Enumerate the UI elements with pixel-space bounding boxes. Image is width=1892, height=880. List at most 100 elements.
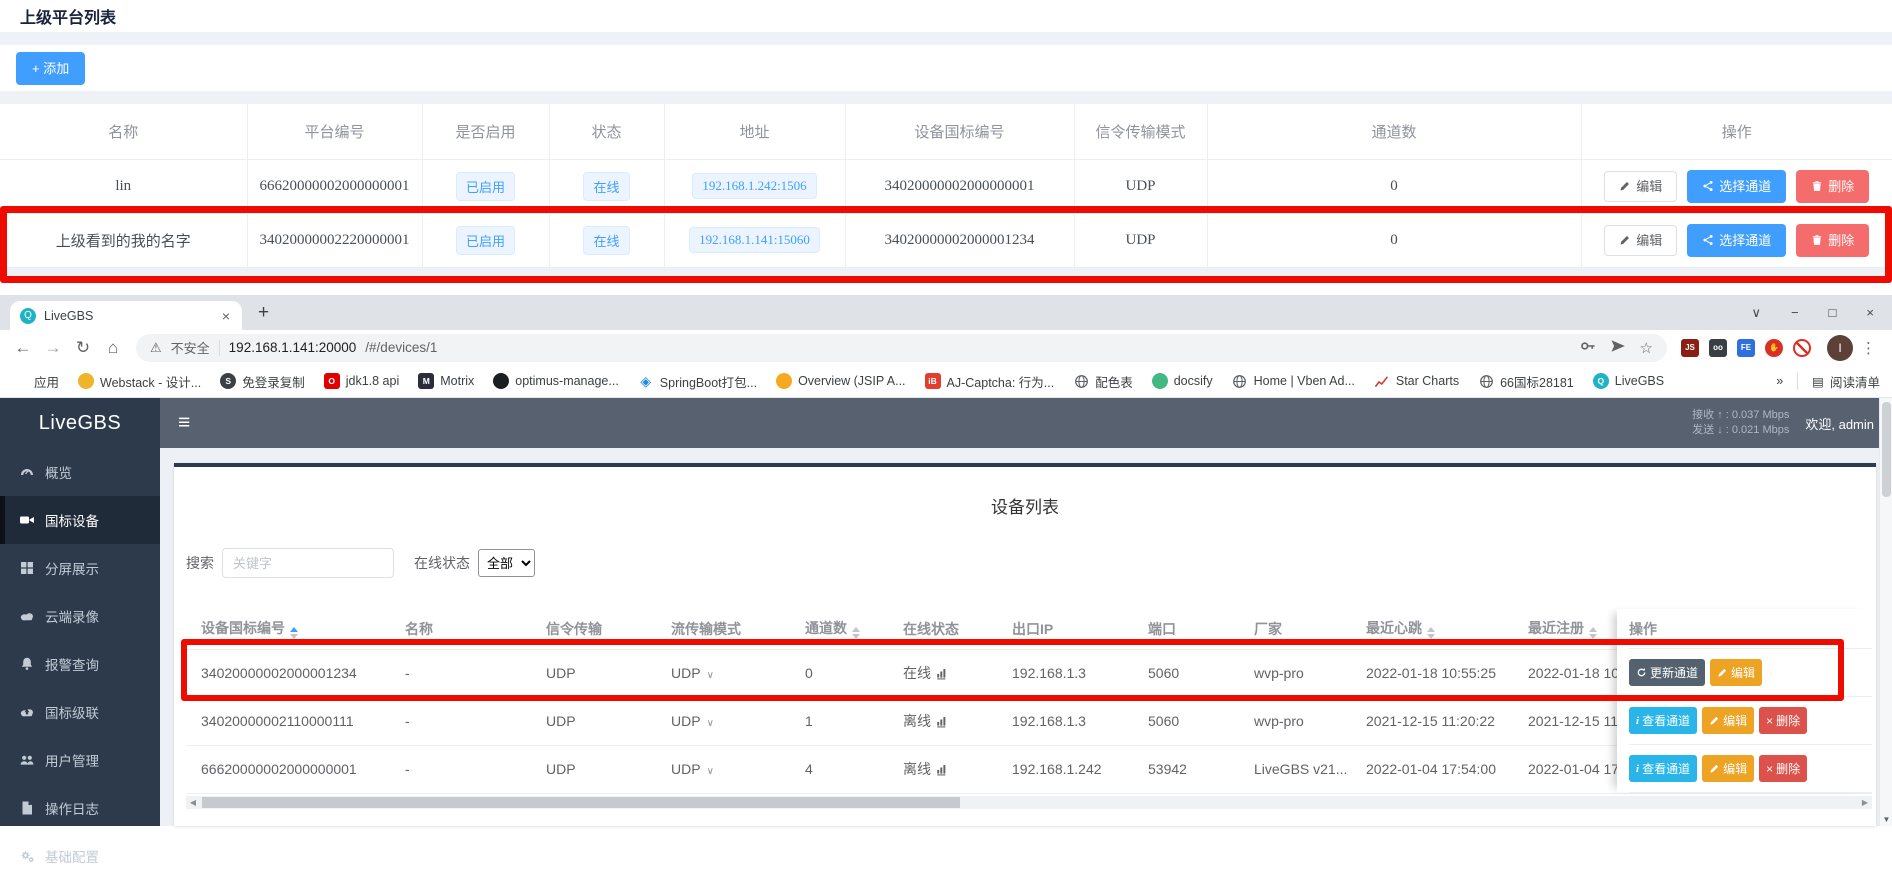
window-dropdown-icon[interactable]: ∨ [1751, 305, 1761, 321]
browser-tab[interactable]: Q LiveGBS × [10, 301, 242, 330]
bookmark-star-icon[interactable]: ☆ [1640, 339, 1653, 357]
bookmark-item[interactable]: S免登录复制 [220, 372, 305, 391]
column-header-label: 端口 [1148, 621, 1176, 637]
scrollbar-thumb[interactable] [202, 797, 960, 808]
refresh-channels-button[interactable]: 更新通道 [1629, 659, 1705, 686]
back-icon[interactable]: ← [8, 338, 38, 358]
bookmarks-right: » ▤阅读清单 [1776, 372, 1880, 391]
column-header-label: 名称 [405, 621, 433, 637]
select-channels-button[interactable]: 选择通道 [1687, 170, 1786, 203]
view-channels-button[interactable]: i查看通道 [1629, 755, 1697, 782]
chevron-down-icon[interactable]: ∨ [707, 670, 714, 681]
bookmark-item[interactable]: 应用 [12, 372, 59, 391]
delete-button[interactable]: ×删除 [1759, 755, 1807, 782]
sidebar-item-bell[interactable]: 报警查询 [0, 640, 160, 688]
edit-button[interactable]: 编辑 [1604, 171, 1677, 202]
sidebar-item-gears[interactable]: 基础配置 [0, 832, 160, 880]
online-filter-select[interactable]: 全部 [478, 549, 535, 577]
sidebar-item-file[interactable]: 操作日志 [0, 784, 160, 832]
sidebar-item-grid[interactable]: 分屏展示 [0, 544, 160, 592]
reload-icon[interactable]: ↻ [68, 338, 98, 358]
hand-blocker-extension-icon[interactable]: ✋ [1765, 339, 1783, 357]
profile-avatar[interactable]: I [1827, 335, 1853, 361]
bookmark-item[interactable]: optimus-manage... [493, 373, 619, 389]
bookmarks-overflow-chevron[interactable]: » [1776, 374, 1783, 388]
hamburger-menu-icon[interactable]: ≡ [178, 411, 190, 435]
sidebar-item-cloud[interactable]: 云端录像 [0, 592, 160, 640]
url-host: 192.168.1.141:20000 [229, 340, 357, 355]
platform-table: 名称平台编号是否启用状态地址设备国标编号信令传输模式通道数操作 lin66620… [0, 104, 1892, 268]
column-header[interactable]: 设备国标编号 [186, 609, 390, 649]
select-channels-button[interactable]: 选择通道 [1687, 224, 1786, 257]
cell-stream[interactable]: UDP∨ [656, 745, 790, 793]
bookmark-item[interactable]: MMotrix [418, 373, 474, 389]
chevron-down-icon[interactable]: ∨ [707, 718, 714, 729]
window-maximize-icon[interactable]: □ [1829, 305, 1837, 321]
window-minimize-icon[interactable]: − [1791, 305, 1799, 321]
button-label: 删除 [1828, 234, 1854, 247]
bookmark-item[interactable]: ◈SpringBoot打包... [638, 372, 757, 391]
delete-button[interactable]: 删除 [1796, 170, 1869, 203]
new-tab-button[interactable]: + [258, 302, 269, 324]
search-row: 搜索 在线状态 全部 [186, 548, 1876, 578]
bookmark-item[interactable]: Overview (JSIP A... [776, 373, 905, 389]
cell-stream[interactable]: UDP∨ [656, 697, 790, 745]
add-button[interactable]: + 添加 [16, 52, 85, 85]
forward-icon[interactable]: → [38, 338, 68, 358]
sidebar-item-cloud-up[interactable]: 国标级联 [0, 688, 160, 736]
view-channels-button[interactable]: i查看通道 [1629, 707, 1697, 734]
sort-icon[interactable] [1589, 627, 1597, 639]
scrollbar-thumb[interactable] [1882, 402, 1891, 497]
bookmark-item[interactable]: Home | Vben Ad... [1232, 373, 1355, 389]
sidebar-item-camera[interactable]: 国标设备 [0, 496, 160, 544]
sidebar: LiveGBS 概览国标设备分屏展示云端录像报警查询国标级联用户管理操作日志基础… [0, 398, 160, 826]
js-extension-icon[interactable]: JS [1681, 339, 1699, 357]
bookmark-item[interactable]: QLiveGBS [1593, 373, 1664, 389]
bookmark-item[interactable]: iBAJ-Captcha: 行为... [925, 372, 1055, 391]
scroll-right-arrow[interactable]: ▶ [1858, 796, 1872, 809]
welcome-user[interactable]: 欢迎, admin [1805, 414, 1874, 433]
tab-close-icon[interactable]: × [220, 308, 232, 324]
bookmark-item[interactable]: 配色表 [1073, 372, 1133, 391]
password-key-icon[interactable] [1580, 338, 1596, 357]
edit-button[interactable]: 编辑 [1604, 225, 1677, 256]
vertical-scrollbar[interactable]: ▼ [1879, 398, 1892, 826]
bookmark-item[interactable]: Star Charts [1374, 373, 1459, 389]
platform-row: 上级看到的我的名字34020000002220000001已启用在线192.16… [0, 213, 1892, 267]
robot-extension-icon[interactable]: oo [1709, 339, 1727, 357]
sort-icon[interactable] [1427, 627, 1435, 639]
horizontal-scrollbar[interactable]: ◀ ▶ [186, 796, 1872, 809]
column-header-label: 信令传输 [546, 621, 602, 637]
column-header[interactable]: 通道数 [790, 609, 888, 649]
send-icon[interactable] [1610, 338, 1626, 357]
sort-icon[interactable] [852, 627, 860, 639]
cell-stream[interactable]: UDP∨ [656, 649, 790, 697]
home-icon[interactable]: ⌂ [98, 338, 128, 358]
edit-button[interactable]: 编辑 [1702, 755, 1754, 782]
scroll-down-arrow[interactable]: ▼ [1880, 815, 1892, 824]
sidebar-item-gauge[interactable]: 概览 [0, 448, 160, 496]
fe-extension-icon[interactable]: FE [1737, 339, 1755, 357]
reading-list-button[interactable]: ▤阅读清单 [1812, 372, 1880, 391]
address-bar[interactable]: ⚠ 不安全 192.168.1.141:20000/#/devices/1 ☆ [136, 334, 1667, 362]
bookmark-item[interactable]: docsify [1152, 373, 1213, 389]
browser-menu-icon[interactable]: ⋮ [1853, 339, 1884, 357]
chevron-down-icon[interactable]: ∨ [707, 766, 714, 777]
edit-button[interactable]: 编辑 [1702, 707, 1754, 734]
bell-icon [19, 656, 35, 672]
bookmark-item[interactable]: Ojdk1.8 api [324, 373, 400, 389]
sidebar-item-users[interactable]: 用户管理 [0, 736, 160, 784]
delete-button[interactable]: 删除 [1796, 224, 1869, 257]
bookmark-label: Webstack - 设计... [100, 372, 201, 391]
delete-button[interactable]: ×删除 [1759, 707, 1807, 734]
adguard-extension-icon[interactable] [1793, 339, 1811, 357]
bookmark-item[interactable]: 66国标28181 [1478, 372, 1574, 391]
scroll-left-arrow[interactable]: ◀ [186, 796, 200, 809]
sort-icon[interactable] [290, 627, 298, 639]
column-header: 通道数 [1207, 104, 1581, 159]
bookmark-item[interactable]: Webstack - 设计... [78, 372, 201, 391]
edit-button[interactable]: 编辑 [1710, 659, 1762, 686]
search-input[interactable] [222, 548, 394, 578]
window-close-icon[interactable]: × [1866, 305, 1874, 321]
column-header[interactable]: 最近心跳 [1351, 609, 1513, 649]
